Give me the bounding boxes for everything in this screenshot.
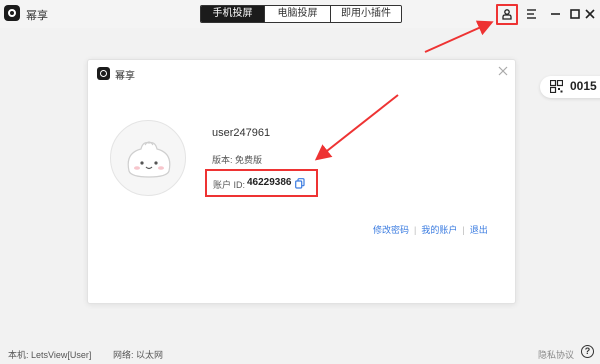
host-label: 本机: (8, 350, 29, 360)
user-icon (502, 9, 512, 20)
app-logo-icon (4, 5, 20, 21)
link-divider: | (414, 225, 417, 235)
logout-link[interactable]: 退出 (470, 225, 488, 235)
account-dialog: 幂享 user247961 版本: 免费版 账户 ID: 46229386 修改… (87, 59, 516, 304)
app-title: 幂享 (26, 10, 48, 22)
username: user247961 (212, 127, 271, 139)
link-divider: | (462, 225, 465, 235)
dialog-logo-icon (97, 67, 110, 80)
network-info: 网络: 以太网 (113, 348, 163, 361)
user-account-button[interactable] (496, 4, 518, 25)
host-value: LetsView[User] (31, 350, 92, 360)
dialog-title: 幂享 (115, 71, 135, 82)
minimize-button[interactable] (546, 4, 566, 24)
privacy-link[interactable]: 隐私协议 (538, 348, 574, 361)
tab-pc-mirror[interactable]: 电脑投屏 (264, 6, 330, 22)
account-id-highlight: 账户 ID: 46229386 (205, 169, 318, 197)
menu-button[interactable] (522, 4, 542, 24)
menu-icon (527, 9, 536, 19)
cast-code-pill[interactable]: 0015 (540, 76, 600, 98)
minimize-icon (551, 13, 560, 15)
version-info: 版本: 免费版 (212, 153, 262, 166)
tab-phone-mirror[interactable]: 手机投屏 (201, 6, 264, 22)
title-bar: 幂享 手机投屏 电脑投屏 即用小插件 (0, 0, 600, 28)
version-label: 版本: (212, 155, 233, 165)
change-password-link[interactable]: 修改密码 (373, 225, 409, 235)
network-value: 以太网 (136, 350, 164, 360)
close-button[interactable] (582, 4, 600, 24)
avatar (110, 120, 186, 196)
my-account-link[interactable]: 我的账户 (421, 225, 457, 235)
bun-mascot-icon (127, 141, 171, 178)
close-icon (585, 9, 595, 19)
mode-tabs: 手机投屏 电脑投屏 即用小插件 (200, 5, 402, 23)
qr-code-icon (550, 80, 563, 93)
help-icon[interactable]: ? (581, 345, 594, 358)
account-id-label: 账户 ID: (213, 180, 246, 190)
host-info: 本机: LetsView[User] (8, 348, 91, 361)
copy-icon[interactable] (295, 178, 305, 189)
dialog-close-icon[interactable] (497, 65, 509, 77)
account-id-value: 46229386 (247, 177, 292, 188)
cast-code: 0015 (570, 79, 597, 93)
network-label: 网络: (113, 350, 134, 360)
version-value: 免费版 (235, 155, 263, 165)
account-links: 修改密码 | 我的账户 | 退出 (373, 223, 488, 236)
tab-plugins[interactable]: 即用小插件 (330, 6, 401, 22)
status-bar: 本机: LetsView[User] 网络: 以太网 隐私协议 ? (0, 340, 600, 364)
